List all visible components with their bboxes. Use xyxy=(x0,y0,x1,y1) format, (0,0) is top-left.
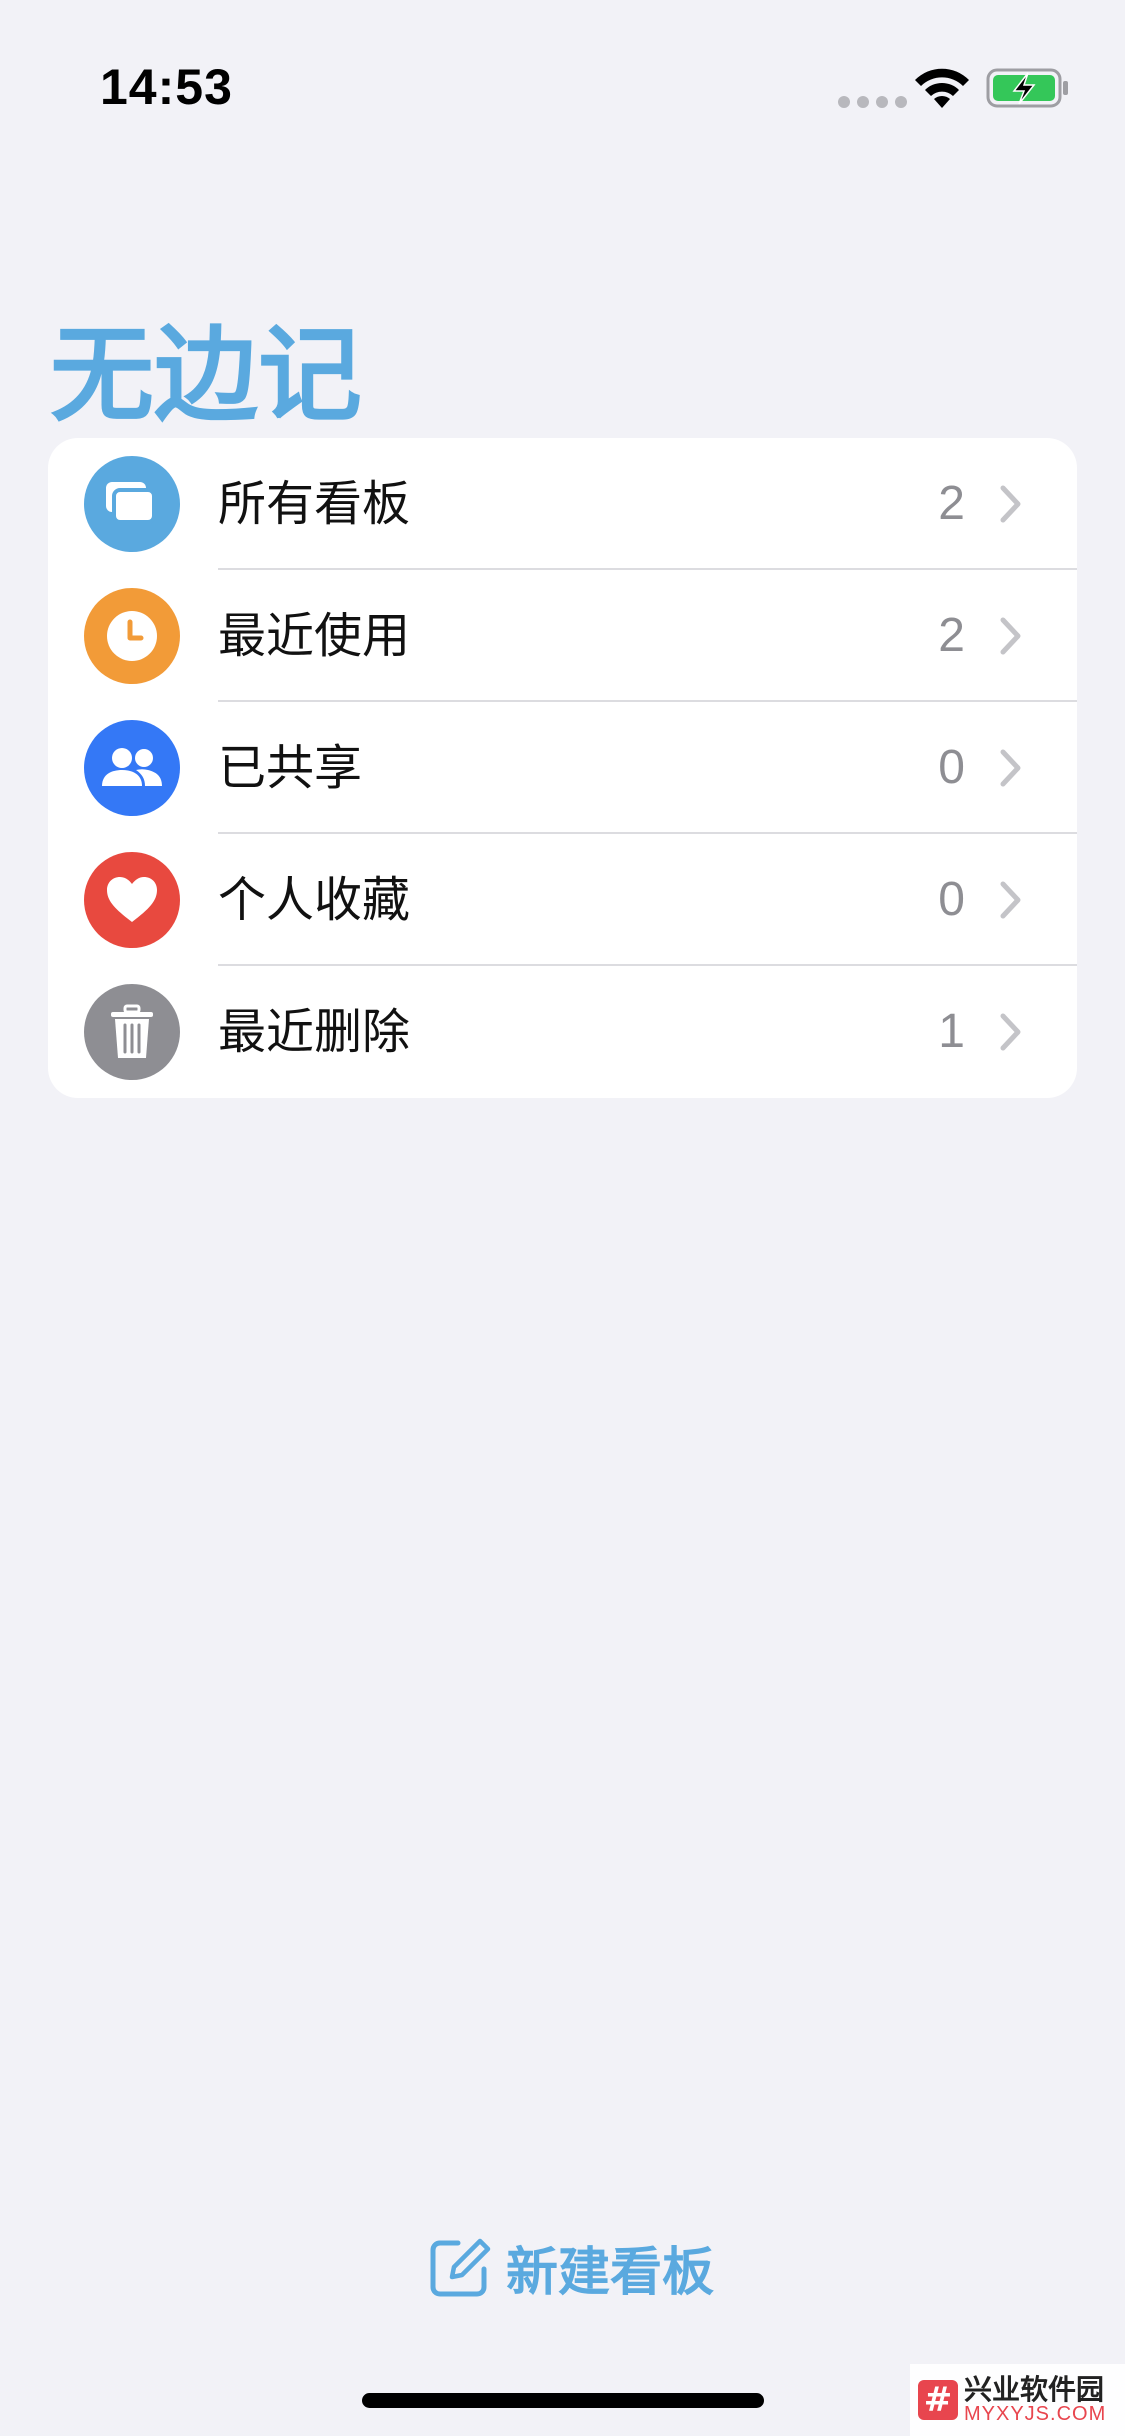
clock-icon xyxy=(84,588,180,684)
screen: 14:53 无边记 所有看板 2 最近使用 2 已共享 0 个人收藏 0 最近删… xyxy=(0,0,1125,2436)
status-time: 14:53 xyxy=(100,59,233,115)
list-item-count: 2 xyxy=(938,477,965,530)
cellular-signal-icon xyxy=(838,96,907,108)
chevron-right-icon xyxy=(1000,485,1021,523)
compose-icon xyxy=(430,2238,491,2297)
list-item-count: 0 xyxy=(938,741,965,794)
wifi-icon xyxy=(915,68,969,108)
page-title: 无边记 xyxy=(50,314,363,436)
new-board-button[interactable]: 新建看板 xyxy=(428,2232,715,2303)
boards-list: 所有看板 2 最近使用 2 已共享 0 个人收藏 0 最近删除 1 xyxy=(48,438,1077,1098)
watermark-name: 兴业软件园 xyxy=(964,2372,1105,2406)
list-item-favorites[interactable]: 个人收藏 0 xyxy=(48,834,1077,966)
list-item-count: 1 xyxy=(938,1005,965,1058)
stacked-boards-icon xyxy=(84,456,180,552)
people-icon xyxy=(84,720,180,816)
chevron-right-icon xyxy=(1000,617,1021,655)
list-item-recent[interactable]: 最近使用 2 xyxy=(48,570,1077,702)
list-item-label: 所有看板 xyxy=(218,476,411,532)
chevron-right-icon xyxy=(1000,1013,1021,1051)
new-board-label: 新建看板 xyxy=(506,2242,715,2303)
heart-icon xyxy=(84,852,180,948)
list-item-recently-deleted[interactable]: 最近删除 1 xyxy=(48,966,1077,1098)
battery-charging-icon xyxy=(986,68,1068,108)
home-indicator[interactable] xyxy=(362,2393,764,2408)
list-item-count: 0 xyxy=(938,873,965,926)
list-item-label: 最近使用 xyxy=(218,608,411,664)
list-item-count: 2 xyxy=(938,609,965,662)
list-item-label: 已共享 xyxy=(218,740,363,796)
watermark-logo-icon: # xyxy=(918,2380,958,2420)
trash-icon xyxy=(84,984,180,1080)
list-item-shared[interactable]: 已共享 0 xyxy=(48,702,1077,834)
chevron-right-icon xyxy=(1000,749,1021,787)
watermark: # 兴业软件园 MYXYJS.COM xyxy=(910,2364,1125,2436)
watermark-url: MYXYJS.COM xyxy=(964,2403,1107,2426)
list-item-label: 个人收藏 xyxy=(218,872,411,928)
list-item-all-boards[interactable]: 所有看板 2 xyxy=(48,438,1077,570)
list-item-label: 最近删除 xyxy=(218,1004,411,1060)
chevron-right-icon xyxy=(1000,881,1021,919)
